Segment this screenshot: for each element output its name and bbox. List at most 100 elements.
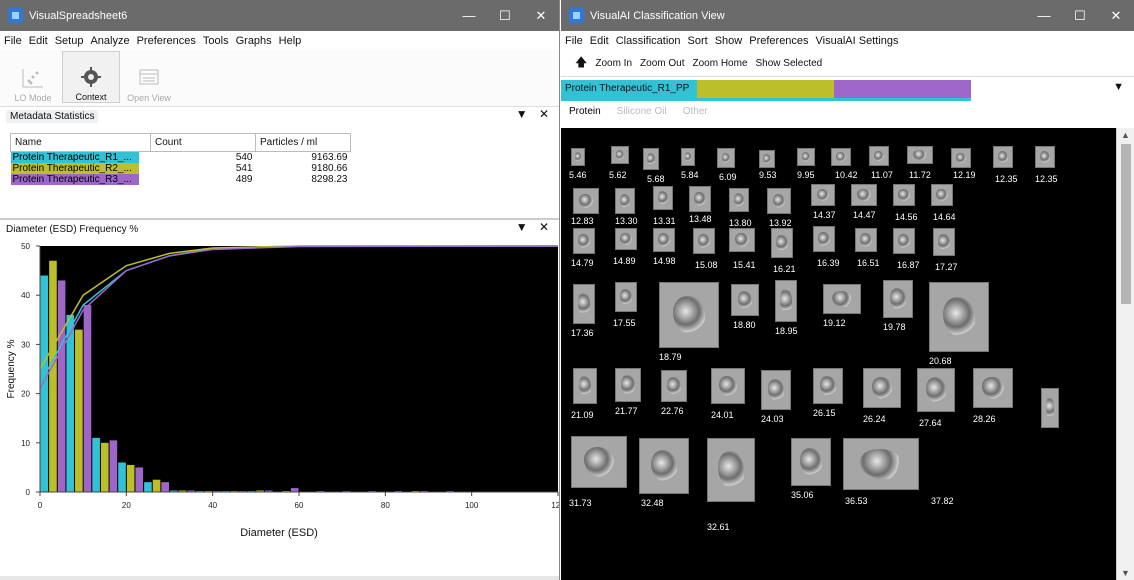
col-name[interactable]: Name — [10, 133, 151, 152]
gallery-scrollbar[interactable]: ▲ ▼ — [1116, 128, 1134, 580]
particle-thumbnail[interactable] — [573, 228, 595, 254]
tab-protein[interactable]: Protein — [569, 106, 601, 117]
particle-thumbnail[interactable] — [689, 186, 711, 212]
particle-thumbnail[interactable] — [767, 188, 791, 214]
particle-thumbnail[interactable] — [813, 368, 843, 404]
arrow-up-icon[interactable]: 🡅 — [575, 53, 587, 74]
particle-thumbnail[interactable] — [759, 150, 775, 168]
col-particles[interactable]: Particles / ml — [255, 133, 351, 152]
particle-thumbnail[interactable] — [653, 186, 673, 210]
particle-thumbnail[interactable] — [615, 188, 635, 214]
particle-thumbnail[interactable] — [855, 228, 877, 252]
particle-thumbnail[interactable] — [931, 184, 953, 206]
particle-thumbnail[interactable] — [573, 368, 597, 404]
tab-r1[interactable]: Protein Therapeutic_R1_PP — [561, 80, 697, 98]
particle-thumbnail[interactable] — [797, 148, 815, 166]
particle-thumbnail[interactable] — [571, 148, 585, 166]
particle-thumbnail[interactable] — [1041, 388, 1059, 428]
particle-thumbnail[interactable] — [811, 184, 835, 206]
particle-thumbnail[interactable] — [615, 228, 637, 250]
zoom-out-button[interactable]: Zoom Out — [640, 58, 684, 69]
particle-thumbnail[interactable] — [863, 368, 901, 408]
maximize-button[interactable]: ☐ — [1062, 8, 1098, 24]
particle-thumbnail[interactable] — [573, 188, 599, 214]
context-button[interactable]: Context — [62, 51, 120, 103]
scroll-thumb[interactable] — [1121, 144, 1131, 304]
particle-thumbnail[interactable] — [653, 228, 675, 252]
show-selected-button[interactable]: Show Selected — [756, 58, 823, 69]
menu-file[interactable]: File — [4, 35, 22, 47]
particle-thumbnail[interactable] — [823, 284, 861, 314]
particle-thumbnail[interactable] — [1035, 146, 1055, 168]
particle-thumbnail[interactable] — [917, 368, 955, 412]
tab-r3[interactable] — [834, 80, 971, 98]
particle-thumbnail[interactable] — [893, 228, 915, 254]
particle-thumbnail[interactable] — [813, 226, 835, 252]
scroll-up-icon[interactable]: ▲ — [1121, 130, 1130, 140]
close-button[interactable]: ✕ — [523, 8, 559, 24]
particle-thumbnail[interactable] — [615, 282, 637, 312]
particle-thumbnail[interactable] — [711, 368, 745, 404]
zoom-in-button[interactable]: Zoom In — [595, 58, 632, 69]
menu-edit[interactable]: Edit — [590, 35, 609, 47]
particle-thumbnail[interactable] — [761, 370, 791, 410]
particle-thumbnail[interactable] — [639, 438, 689, 494]
particle-gallery[interactable]: 5.46 5.62 5.68 5.84 6.09 9.53 9.95 10.42 11.07 11… — [561, 128, 1116, 580]
chevron-down-icon[interactable]: ▼ — [1113, 81, 1124, 93]
particle-thumbnail[interactable] — [951, 148, 971, 168]
menu-file[interactable]: File — [565, 35, 583, 47]
particle-thumbnail[interactable] — [993, 146, 1013, 168]
maximize-button[interactable]: ☐ — [487, 8, 523, 24]
chart-panel-controls[interactable]: ▼ ✕ — [516, 220, 553, 234]
menu-visualai-settings[interactable]: VisualAI Settings — [816, 35, 899, 47]
menu-classification[interactable]: Classification — [616, 35, 681, 47]
particle-thumbnail[interactable] — [707, 438, 755, 502]
particle-thumbnail[interactable] — [907, 146, 933, 164]
particle-thumbnail[interactable] — [659, 282, 719, 348]
tab-r2[interactable] — [697, 80, 834, 98]
table-row[interactable]: Protein Therapeutic_R2_... 541 9180.66 — [10, 163, 351, 174]
close-button[interactable]: ✕ — [1098, 8, 1134, 24]
menu-preferences[interactable]: Preferences — [137, 35, 196, 47]
particle-thumbnail[interactable] — [693, 228, 715, 254]
particle-thumbnail[interactable] — [717, 148, 735, 168]
open-view-button[interactable]: Open View — [120, 51, 178, 103]
menu-help[interactable]: Help — [279, 35, 302, 47]
particle-thumbnail[interactable] — [791, 438, 831, 486]
particle-thumbnail[interactable] — [729, 188, 749, 212]
col-count[interactable]: Count — [150, 133, 256, 152]
particle-thumbnail[interactable] — [681, 148, 695, 166]
tab-other[interactable]: Other — [683, 106, 708, 117]
particle-thumbnail[interactable] — [615, 368, 641, 402]
zoom-home-button[interactable]: Zoom Home — [693, 58, 748, 69]
menu-sort[interactable]: Sort — [688, 35, 708, 47]
particle-thumbnail[interactable] — [933, 228, 955, 256]
menu-edit[interactable]: Edit — [29, 35, 48, 47]
menu-setup[interactable]: Setup — [55, 35, 84, 47]
particle-thumbnail[interactable] — [893, 184, 915, 206]
particle-thumbnail[interactable] — [843, 438, 919, 490]
particle-thumbnail[interactable] — [973, 368, 1013, 408]
particle-thumbnail[interactable] — [573, 284, 595, 324]
table-row[interactable]: Protein Therapeutic_R3_... 489 8298.23 — [10, 174, 351, 185]
particle-thumbnail[interactable] — [831, 148, 851, 166]
menu-preferences[interactable]: Preferences — [749, 35, 808, 47]
particle-thumbnail[interactable] — [571, 436, 627, 488]
tab-silicone-oil[interactable]: Silicone Oil — [617, 106, 667, 117]
menu-show[interactable]: Show — [715, 35, 743, 47]
lo-mode-button[interactable]: LO Mode — [4, 51, 62, 103]
particle-thumbnail[interactable] — [775, 280, 797, 322]
minimize-button[interactable]: — — [451, 8, 487, 23]
table-row[interactable]: Protein Therapeutic_R1_... 540 9163.69 — [10, 152, 351, 163]
menu-graphs[interactable]: Graphs — [236, 35, 272, 47]
particle-thumbnail[interactable] — [851, 184, 877, 206]
particle-thumbnail[interactable] — [869, 146, 889, 166]
particle-thumbnail[interactable] — [929, 282, 989, 352]
menu-analyze[interactable]: Analyze — [90, 35, 129, 47]
particle-thumbnail[interactable] — [643, 148, 659, 170]
particle-thumbnail[interactable] — [731, 284, 759, 316]
particle-thumbnail[interactable] — [661, 370, 687, 402]
particle-thumbnail[interactable] — [771, 228, 793, 258]
metadata-panel-controls[interactable]: ▼ ✕ — [516, 107, 553, 121]
particle-thumbnail[interactable] — [611, 146, 629, 164]
